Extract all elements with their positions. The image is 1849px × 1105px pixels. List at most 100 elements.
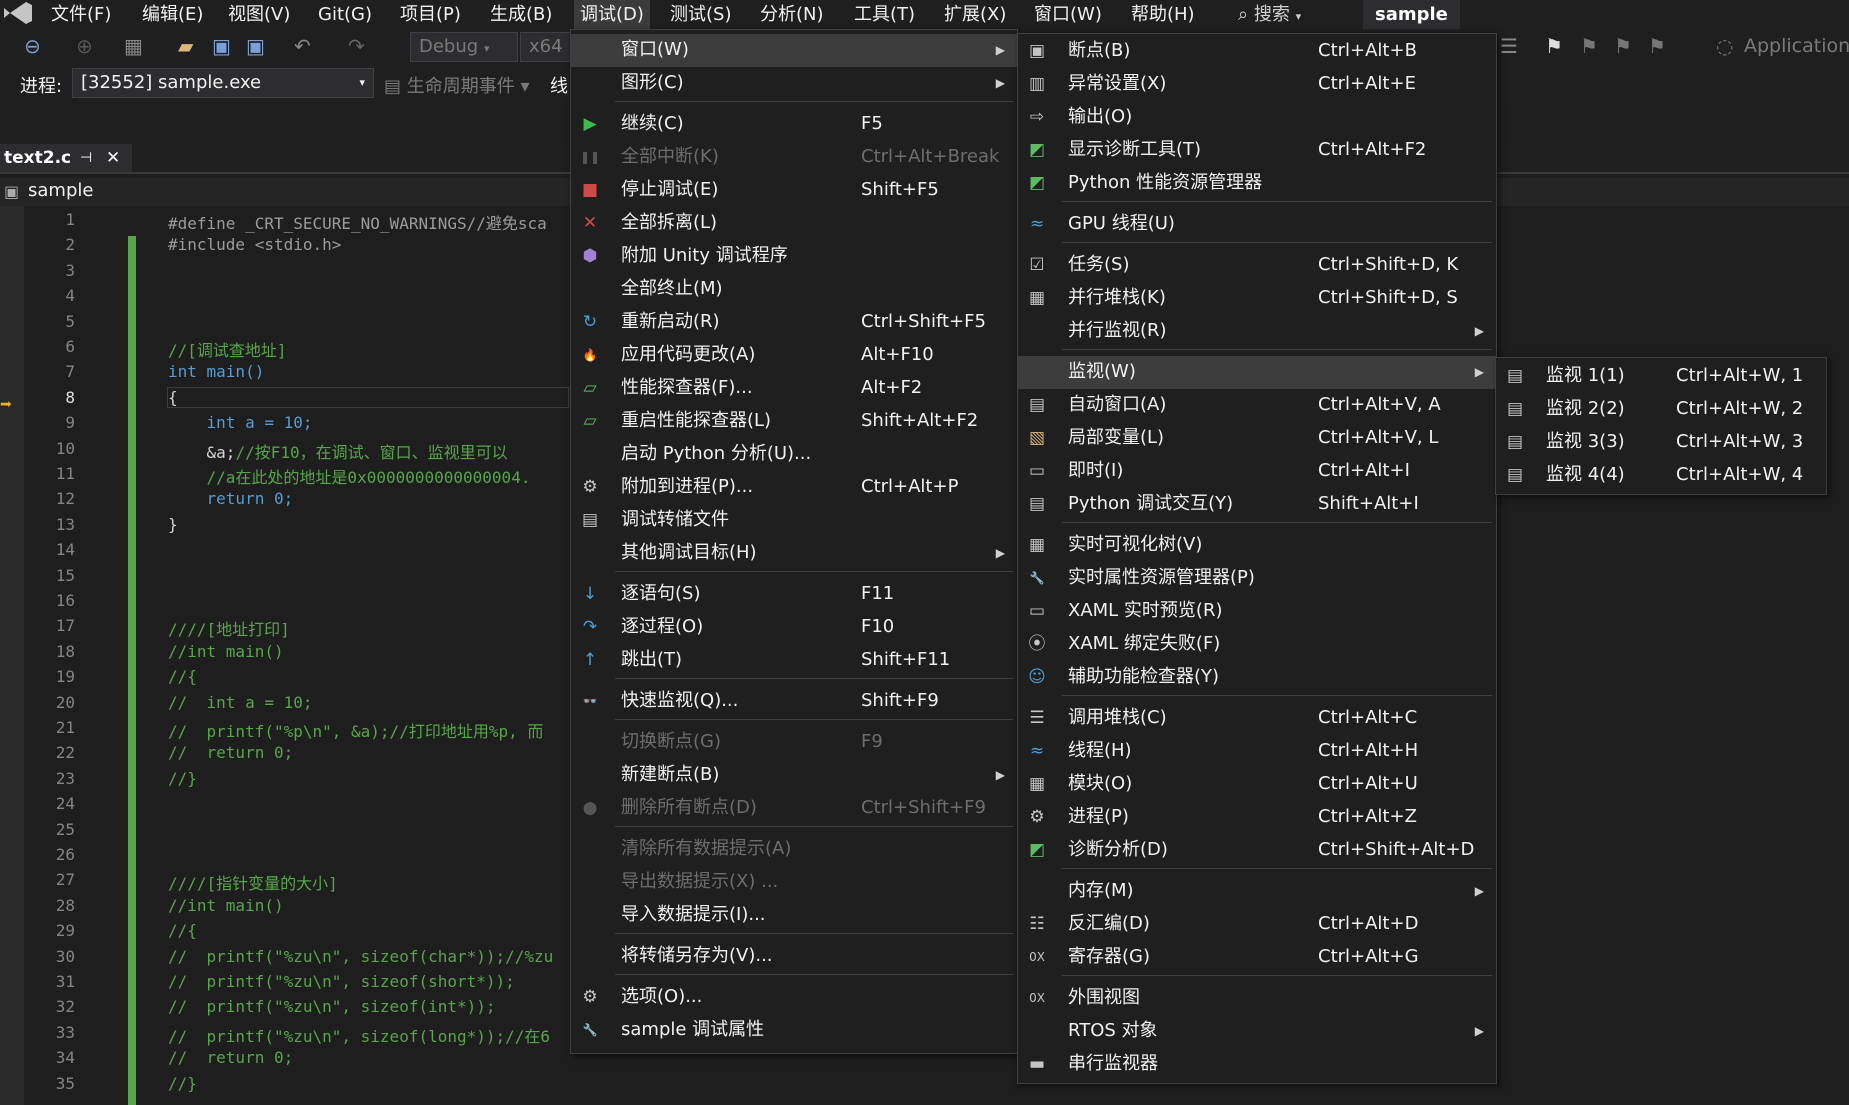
- menu-5[interactable]: 生成(B): [484, 0, 558, 29]
- menu-item[interactable]: ▦ 并行堆栈(K) Ctrl+Shift+D, S: [1018, 282, 1496, 315]
- menu-item[interactable]: ◩ 显示诊断工具(T) Ctrl+Alt+F2: [1018, 134, 1496, 167]
- menu-item[interactable]: ≈ 线程(H) Ctrl+Alt+H: [1018, 735, 1496, 768]
- save-icon[interactable]: ▣: [212, 34, 231, 58]
- menu-9[interactable]: 工具(T): [848, 0, 921, 29]
- new-project-icon[interactable]: ▦: [124, 34, 143, 58]
- menu-item[interactable]: 导入数据提示(I)...: [571, 899, 1017, 932]
- menu-item[interactable]: 🔧 实时属性资源管理器(P): [1018, 562, 1496, 595]
- menu-item[interactable]: 0X 寄存器(G) Ctrl+Alt+G: [1018, 941, 1496, 974]
- menu-item[interactable]: ✕ 全部拆离(L): [571, 207, 1017, 240]
- menu-item[interactable]: 将转储另存为(V)...: [571, 940, 1017, 973]
- menu-item[interactable]: ▤ 自动窗口(A) Ctrl+Alt+V, A: [1018, 389, 1496, 422]
- menu-item[interactable]: 0X 外围视图: [1018, 982, 1496, 1015]
- menu-item[interactable]: 🔧 sample 调试属性: [571, 1014, 1017, 1047]
- lifecycle-events-button[interactable]: ▤ 生命周期事件 ▾: [384, 72, 530, 98]
- menu-11[interactable]: 窗口(W): [1028, 0, 1108, 29]
- menu-0[interactable]: 文件(F): [45, 0, 117, 29]
- menu-item[interactable]: ❚❚ 全部中断(K) Ctrl+Alt+Break: [571, 141, 1017, 174]
- menu-item[interactable]: ▥ 异常设置(X) Ctrl+Alt+E: [1018, 68, 1496, 101]
- menu-item[interactable]: 其他调试目标(H) ▶: [571, 537, 1017, 570]
- lightbulb-icon[interactable]: ◌: [1716, 34, 1733, 58]
- menu-item[interactable]: ↻ 重新启动(R) Ctrl+Shift+F5: [571, 306, 1017, 339]
- menu-8[interactable]: 分析(N): [754, 0, 830, 29]
- menu-2[interactable]: 视图(V): [222, 0, 296, 29]
- tab-text2-c[interactable]: text2.c ⊣ ✕: [0, 144, 132, 172]
- search-box[interactable]: ⌕ 搜索 ▾: [1238, 0, 1301, 29]
- menu-item[interactable]: ≈ GPU 线程(U): [1018, 208, 1496, 241]
- menu-item[interactable]: RTOS 对象 ▶: [1018, 1015, 1496, 1048]
- menu-item[interactable]: ⚙ 进程(P) Ctrl+Alt+Z: [1018, 801, 1496, 834]
- menu-item[interactable]: ▭ XAML 实时预览(R): [1018, 595, 1496, 628]
- menu-item[interactable]: ▤ 监视 4(4) Ctrl+Alt+W, 4: [1496, 459, 1826, 492]
- redo-icon[interactable]: ↷: [348, 34, 365, 58]
- pin-icon[interactable]: ⊣: [80, 144, 92, 172]
- menu-item[interactable]: 并行监视(R) ▶: [1018, 315, 1496, 348]
- menu-item[interactable]: ▱ 性能探查器(F)... Alt+F2: [571, 372, 1017, 405]
- menu-item[interactable]: 新建断点(B) ▶: [571, 759, 1017, 792]
- process-dropdown[interactable]: [32552] sample.exe ▾: [72, 68, 374, 98]
- menu-item[interactable]: ▤ 调试转储文件: [571, 504, 1017, 537]
- menu-item[interactable]: ◩ Python 性能资源管理器: [1018, 167, 1496, 200]
- menu-item[interactable]: ⬢ 附加 Unity 调试程序: [571, 240, 1017, 273]
- breakpoint-margin[interactable]: [0, 206, 24, 1105]
- menu-item[interactable]: 👓 快速监视(Q)... Shift+F9: [571, 685, 1017, 718]
- menu-item[interactable]: ☺ 辅助功能检查器(Y): [1018, 661, 1496, 694]
- back-icon[interactable]: ⊖: [24, 34, 41, 58]
- menu-item[interactable]: ▭ 即时(I) Ctrl+Alt+I: [1018, 455, 1496, 488]
- menu-item[interactable]: ● 删除所有断点(D) Ctrl+Shift+F9: [571, 792, 1017, 825]
- menu-7[interactable]: 测试(S): [664, 0, 737, 29]
- menu-item[interactable]: ▱ 重启性能探查器(L) Shift+Alt+F2: [571, 405, 1017, 438]
- menu-1[interactable]: 编辑(E): [136, 0, 209, 29]
- bookmark-icon[interactable]: ⚑: [1545, 34, 1563, 58]
- menu-item[interactable]: ▦ 实时可视化树(V): [1018, 529, 1496, 562]
- menu-item[interactable]: ▤ 监视 3(3) Ctrl+Alt+W, 3: [1496, 426, 1826, 459]
- menu-item[interactable]: ↑ 跳出(T) Shift+F11: [571, 644, 1017, 677]
- undo-icon[interactable]: ↶: [294, 34, 311, 58]
- menu-item[interactable]: ▧ 局部变量(L) Ctrl+Alt+V, L: [1018, 422, 1496, 455]
- menu-item[interactable]: 启动 Python 分析(U)...: [571, 438, 1017, 471]
- menu-item[interactable]: ⚙ 附加到进程(P)... Ctrl+Alt+P: [571, 471, 1017, 504]
- menu-4[interactable]: 项目(P): [394, 0, 467, 29]
- menu-item[interactable]: 导出数据提示(X) ...: [571, 866, 1017, 899]
- bookmark-clear-icon[interactable]: ⚑: [1648, 34, 1666, 58]
- bookmark-next-icon[interactable]: ⚑: [1614, 34, 1632, 58]
- menu-item[interactable]: 清除所有数据提示(A): [571, 833, 1017, 866]
- menu-item[interactable]: 全部终止(M): [571, 273, 1017, 306]
- menu-item[interactable]: ↓ 逐语句(S) F11: [571, 578, 1017, 611]
- menu-item[interactable]: 🔥 应用代码更改(A) Alt+F10: [571, 339, 1017, 372]
- menu-item[interactable]: 切换断点(G) F9: [571, 726, 1017, 759]
- bookmark-prev-icon[interactable]: ⚑: [1580, 34, 1598, 58]
- menu-10[interactable]: 扩展(X): [938, 0, 1012, 29]
- menu-item[interactable]: ◩ 诊断分析(D) Ctrl+Shift+Alt+D: [1018, 834, 1496, 867]
- menu-6[interactable]: 调试(D): [574, 0, 650, 29]
- menu-item[interactable]: ↷ 逐过程(O) F10: [571, 611, 1017, 644]
- open-icon[interactable]: ▰: [178, 34, 193, 58]
- menu-item[interactable]: ▤ 监视 2(2) Ctrl+Alt+W, 2: [1496, 393, 1826, 426]
- save-all-icon[interactable]: ▣: [246, 34, 265, 58]
- menu-item[interactable]: 图形(C) ▶: [571, 67, 1017, 100]
- menu-item[interactable]: ⇨ 输出(O): [1018, 101, 1496, 134]
- visual-studio-logo-icon[interactable]: [0, 0, 40, 29]
- menu-item[interactable]: ⦿ XAML 绑定失败(F): [1018, 628, 1496, 661]
- menu-item[interactable]: ▤ Python 调试交互(Y) Shift+Alt+I: [1018, 488, 1496, 521]
- forward-icon[interactable]: ⊕: [76, 34, 93, 58]
- menu-item[interactable]: ▣ 断点(B) Ctrl+Alt+B: [1018, 35, 1496, 68]
- comment-icon[interactable]: ☰: [1500, 34, 1518, 58]
- menu-item[interactable]: ☷ 反汇编(D) Ctrl+Alt+D: [1018, 908, 1496, 941]
- menu-item[interactable]: 内存(M) ▶: [1018, 875, 1496, 908]
- menu-item[interactable]: ☑ 任务(S) Ctrl+Shift+D, K: [1018, 249, 1496, 282]
- menu-item[interactable]: ▦ 模块(O) Ctrl+Alt+U: [1018, 768, 1496, 801]
- configuration-dropdown[interactable]: Debug ▾: [410, 32, 518, 62]
- menu-item[interactable]: ☰ 调用堆栈(C) Ctrl+Alt+C: [1018, 702, 1496, 735]
- close-icon[interactable]: ✕: [106, 144, 120, 172]
- menu-item[interactable]: ▤ 监视 1(1) Ctrl+Alt+W, 1: [1496, 360, 1826, 393]
- menu-item[interactable]: ⚙ 选项(O)...: [571, 981, 1017, 1014]
- menu-item[interactable]: 监视(W) ▶: [1018, 356, 1496, 389]
- menu-item[interactable]: 窗口(W) ▶: [571, 34, 1017, 67]
- menu-item[interactable]: ■ 停止调试(E) Shift+F5: [571, 174, 1017, 207]
- application-insights-label[interactable]: Application: [1744, 35, 1849, 57]
- menu-3[interactable]: Git(G): [312, 0, 378, 29]
- menu-12[interactable]: 帮助(H): [1125, 0, 1201, 29]
- menu-item[interactable]: ▶ 继续(C) F5: [571, 108, 1017, 141]
- menu-item[interactable]: ▬ 串行监视器: [1018, 1048, 1496, 1081]
